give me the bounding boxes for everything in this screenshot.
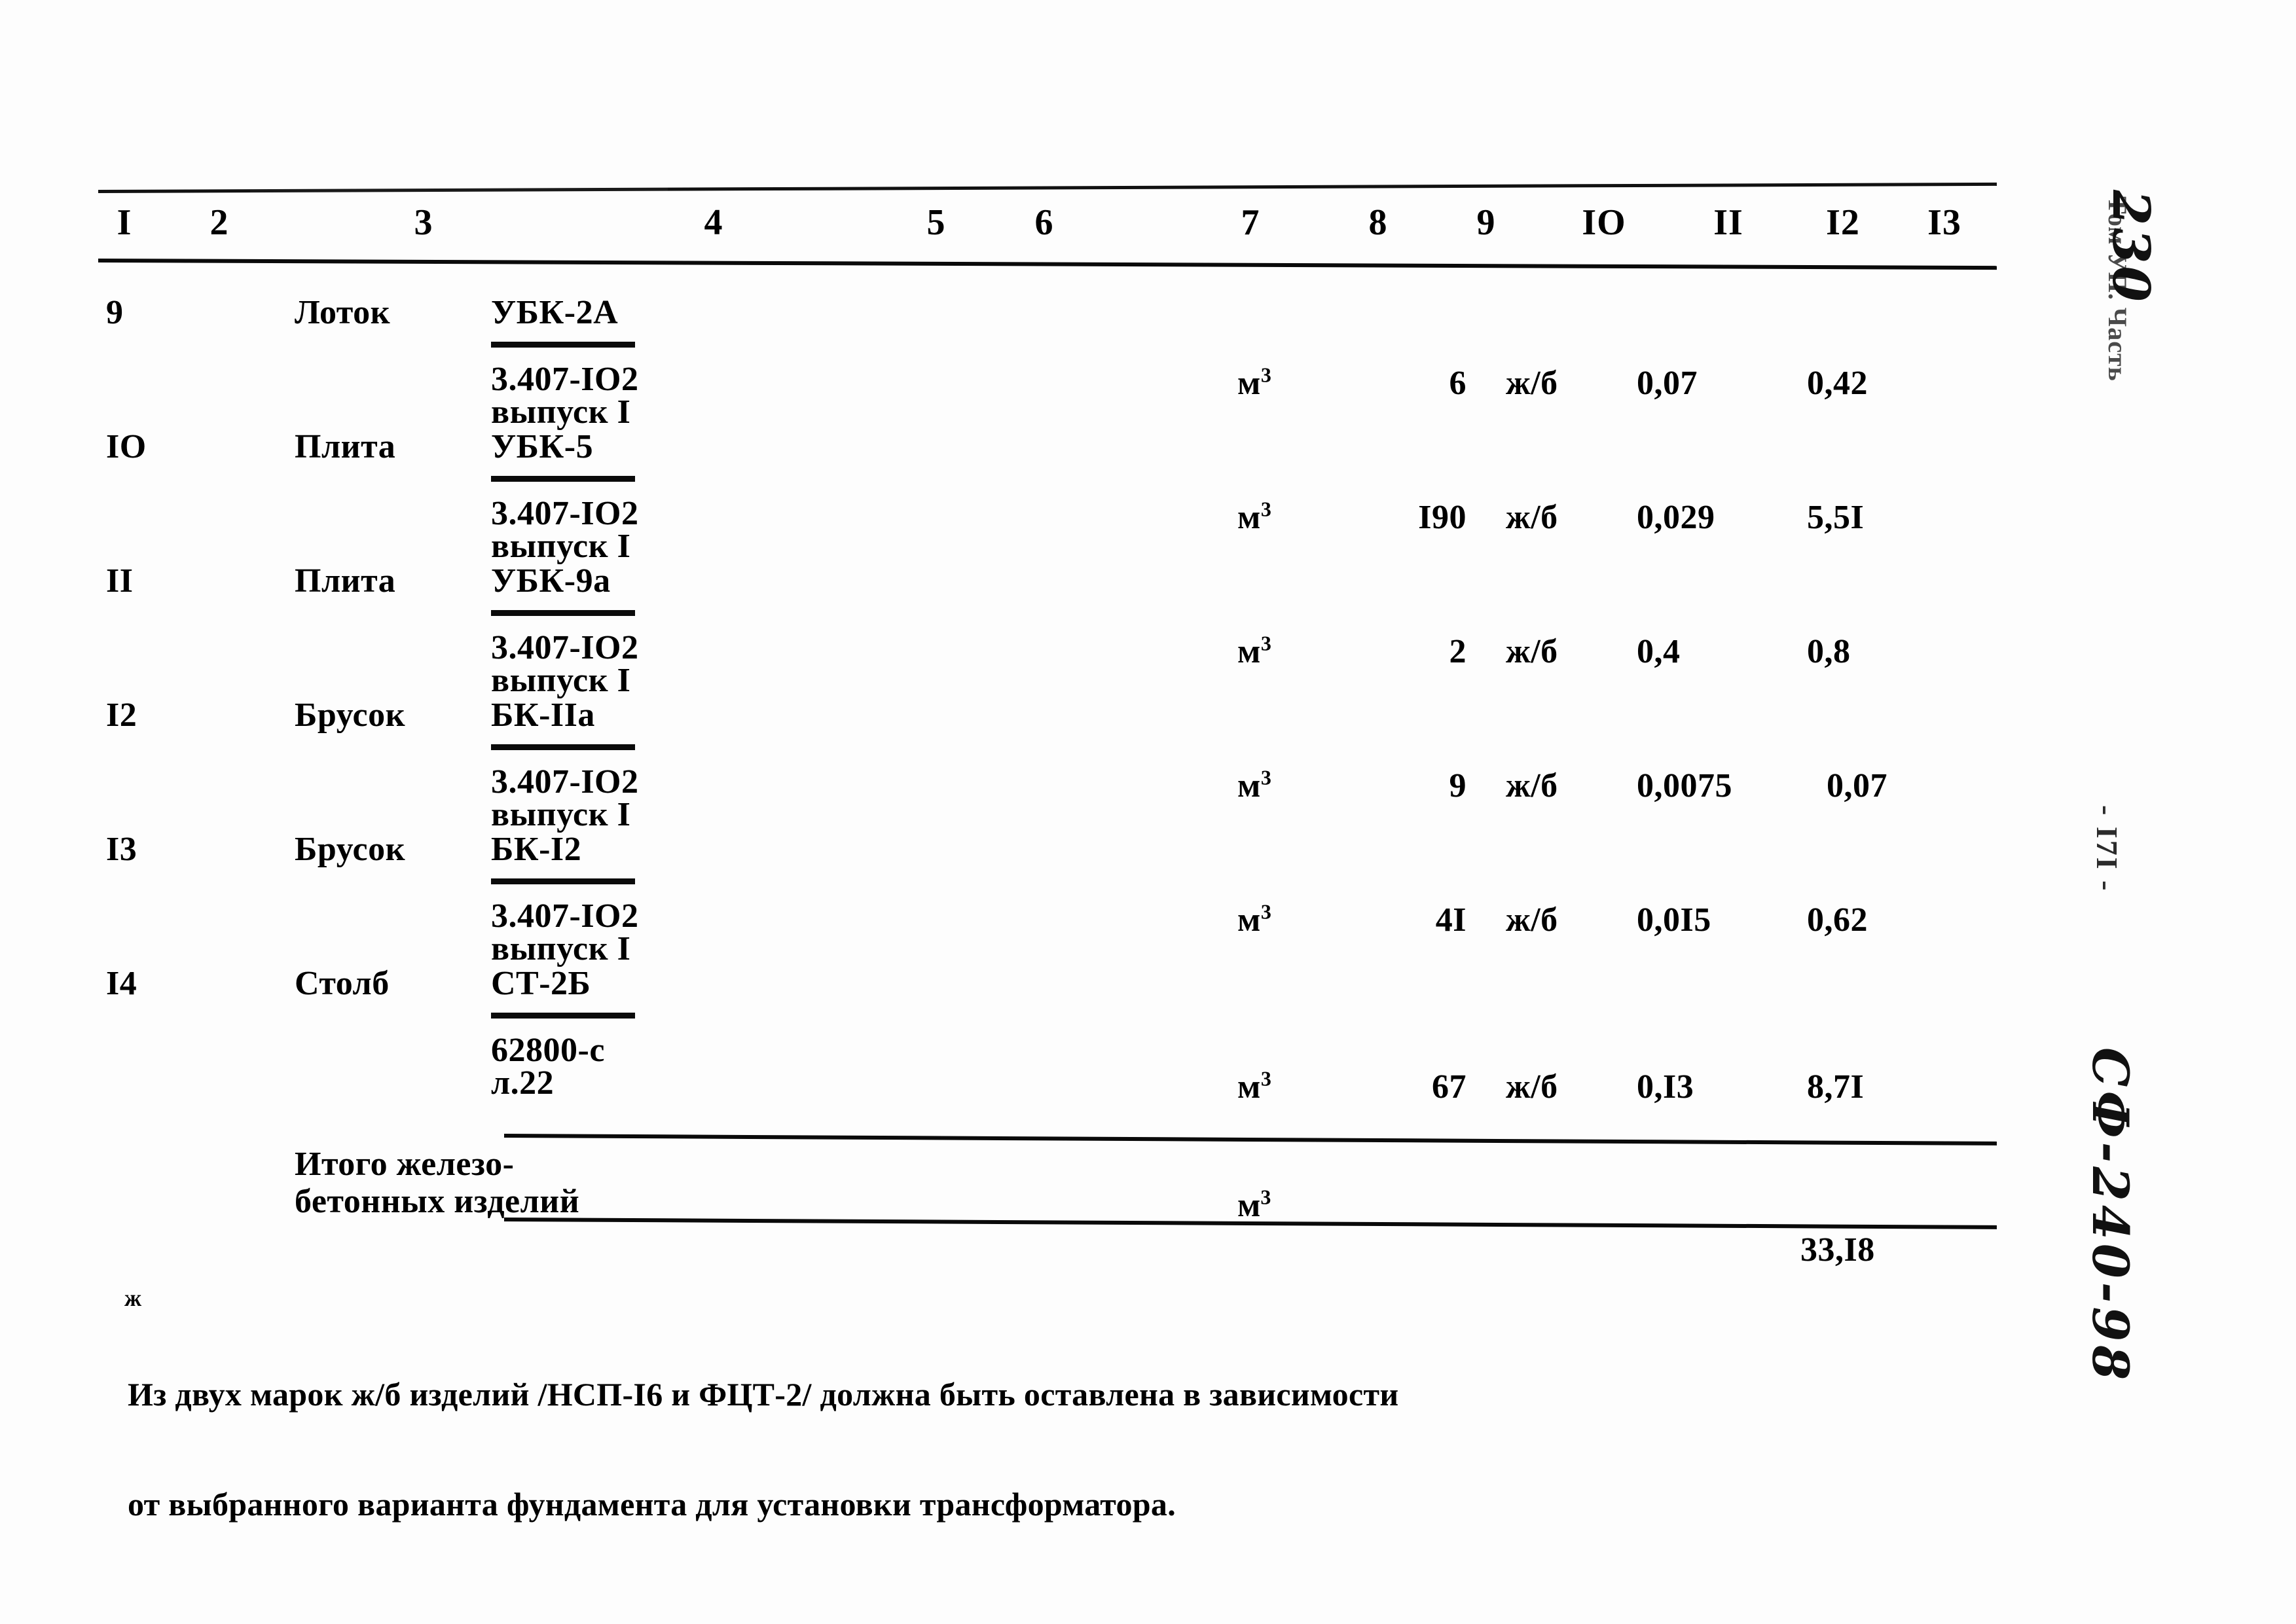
footnote: Из двух марок ж/б изделий /НСП-I6 и ФЦТ-… xyxy=(128,1303,1961,1596)
row-item-name: Брусок xyxy=(295,831,406,868)
mark-underline xyxy=(491,878,635,884)
totals-value: 33,I8 xyxy=(1800,1231,1875,1269)
row-unit: м3 xyxy=(1237,899,1272,939)
row-spec-line-2: л.22 xyxy=(491,1064,555,1102)
column-header-5: 5 xyxy=(926,202,946,243)
footnote-line-1: Из двух марок ж/б изделий /НСП-I6 и ФЦТ-… xyxy=(128,1376,1399,1413)
row-spec-line-1: 3.407-IO2 xyxy=(491,897,639,935)
row-number: 9 xyxy=(106,294,124,331)
row-quantity: 67 xyxy=(1432,1068,1467,1106)
row-unit: м3 xyxy=(1237,497,1272,536)
row-number: IO xyxy=(106,428,147,465)
row-item-mark: УБК-9а xyxy=(491,562,611,600)
row-total-weight: 0,42 xyxy=(1807,365,1868,402)
row-quantity: I90 xyxy=(1418,499,1467,536)
row-unit-weight: 0,07 xyxy=(1637,365,1698,402)
row-item-mark: БК-IIа xyxy=(491,696,595,734)
row-total-weight: 8,7I xyxy=(1807,1068,1865,1106)
totals-unit: м3 xyxy=(1237,1185,1271,1224)
row-item-mark: УБК-2А xyxy=(491,294,619,331)
row-spec-line-2: выпуск I xyxy=(491,393,631,431)
row-item-mark: БК-I2 xyxy=(491,831,582,868)
row-spec-line-1: 3.407-IO2 xyxy=(491,763,639,801)
row-unit: м3 xyxy=(1237,765,1272,804)
row-unit: м3 xyxy=(1237,363,1272,402)
margin-archive-code: СФ-240-98 xyxy=(2081,1047,2140,1384)
specification-table: I 2 3 4 5 6 7 8 9 IO II I2 I3 9 Лоток УБ… xyxy=(98,182,2115,1269)
row-item-name: Столб xyxy=(295,965,390,1002)
column-header-12: I2 xyxy=(1826,202,1860,243)
column-header-8: 8 xyxy=(1368,202,1388,243)
page-number: - I7I - xyxy=(2090,805,2124,893)
column-header-13: I3 xyxy=(1927,202,1961,243)
row-spec-line-2: выпуск I xyxy=(491,796,631,833)
row-material: ж/б xyxy=(1506,365,1558,402)
row-spec-line-2: выпуск I xyxy=(491,528,631,565)
row-material: ж/б xyxy=(1506,1068,1558,1106)
row-spec-line-2: выпуск I xyxy=(491,662,631,699)
mark-underline xyxy=(491,342,635,348)
table-header-rule xyxy=(98,259,1997,270)
mark-underline xyxy=(491,744,635,750)
column-header-9: 9 xyxy=(1476,202,1496,243)
footnote-line-2: от выбранного варианта фундамента для ус… xyxy=(128,1486,1176,1523)
row-unit-weight: 0,I3 xyxy=(1637,1068,1694,1106)
column-header-2: 2 xyxy=(210,202,229,243)
row-number: II xyxy=(106,562,134,600)
row-unit-weight: 0,0075 xyxy=(1637,767,1732,804)
row-spec-line-1: 3.407-IO2 xyxy=(491,495,639,532)
row-spec-line-1: 62800-с xyxy=(491,1032,605,1069)
column-header-1: I xyxy=(117,202,132,243)
row-unit: м3 xyxy=(1237,631,1272,670)
row-item-mark: УБК-5 xyxy=(491,428,594,465)
mark-underline xyxy=(491,610,635,616)
row-total-weight: 0,07 xyxy=(1827,767,1887,804)
row-item-name: Плита xyxy=(295,428,396,465)
column-header-6: 6 xyxy=(1034,202,1054,243)
row-material: ж/б xyxy=(1506,767,1558,804)
row-spec-line-1: 3.407-IO2 xyxy=(491,361,639,398)
row-item-mark: СТ-2Б xyxy=(491,965,591,1002)
row-quantity: 2 xyxy=(1449,633,1467,670)
row-item-name: Лоток xyxy=(295,294,391,331)
row-number: I3 xyxy=(106,831,137,868)
row-quantity: 6 xyxy=(1449,365,1467,402)
row-material: ж/б xyxy=(1506,901,1558,939)
row-unit-weight: 0,029 xyxy=(1637,499,1715,536)
row-spec-line-1: 3.407-IO2 xyxy=(491,629,639,666)
row-spec-line-2: выпуск I xyxy=(491,930,631,967)
row-item-name: Плита xyxy=(295,562,396,600)
margin-handwritten-number: 230 xyxy=(2101,190,2160,304)
row-item-name: Брусок xyxy=(295,696,406,734)
row-unit-weight: 0,4 xyxy=(1637,633,1681,670)
row-material: ж/б xyxy=(1506,499,1558,536)
row-quantity: 4I xyxy=(1435,901,1467,939)
totals-label-line-1: Итого железо- xyxy=(295,1146,515,1183)
column-header-3: 3 xyxy=(414,202,433,243)
column-header-4: 4 xyxy=(704,202,723,243)
scanned-page: I 2 3 4 5 6 7 8 9 IO II I2 I3 9 Лоток УБ… xyxy=(0,0,2296,1624)
row-total-weight: 0,62 xyxy=(1807,901,1868,939)
row-number: I4 xyxy=(106,965,137,1002)
totals-label-line-2: бетонных изделий xyxy=(295,1183,580,1221)
row-number: I2 xyxy=(106,696,137,734)
mark-underline xyxy=(491,1013,635,1019)
mark-underline xyxy=(491,476,635,482)
column-header-10: IO xyxy=(1582,202,1626,243)
row-total-weight: 0,8 xyxy=(1807,633,1851,670)
row-material: ж/б xyxy=(1506,633,1558,670)
totals-top-rule xyxy=(503,1134,1997,1146)
row-unit-weight: 0,0I5 xyxy=(1637,901,1711,939)
row-quantity: 9 xyxy=(1449,767,1467,804)
column-header-7: 7 xyxy=(1241,202,1260,243)
table-top-rule xyxy=(98,182,1997,193)
totals-label: Итого железо-бетонных изделий xyxy=(295,1146,579,1220)
row-unit: м3 xyxy=(1237,1066,1272,1106)
row-total-weight: 5,5I xyxy=(1807,499,1865,536)
column-header-11: II xyxy=(1713,202,1743,243)
